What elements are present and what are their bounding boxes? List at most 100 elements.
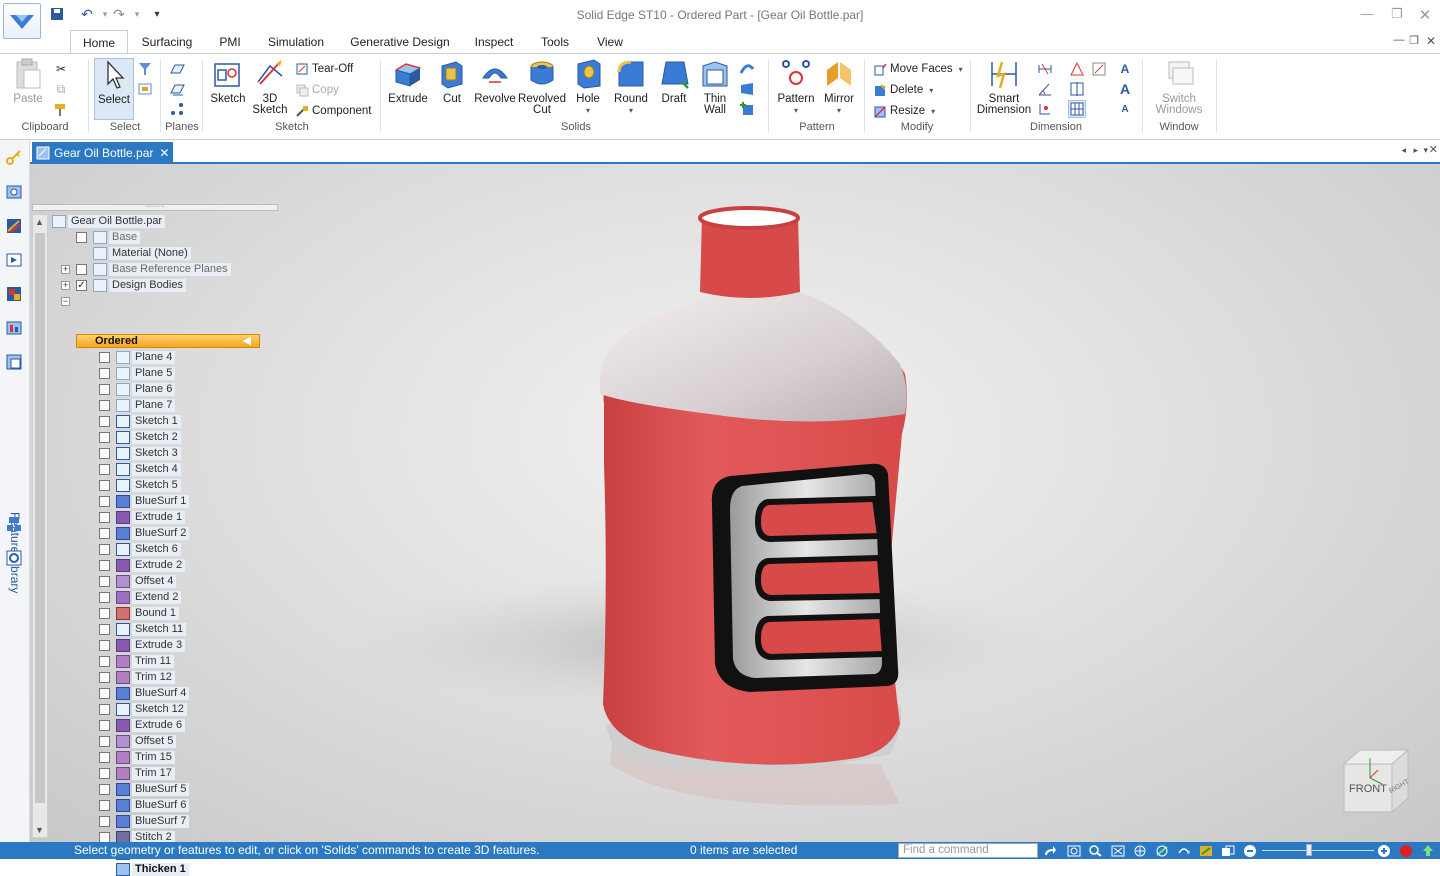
tree-item-extend-2[interactable]: Extend 2 xyxy=(99,590,182,604)
tree-item-trim-15[interactable]: Trim 15 xyxy=(99,750,175,764)
key-icon[interactable] xyxy=(4,148,24,168)
plane-by-points-icon[interactable] xyxy=(168,100,186,118)
checkbox[interactable] xyxy=(99,399,110,411)
text-larger-icon[interactable]: A xyxy=(1116,80,1134,98)
rotate-icon[interactable] xyxy=(1154,843,1170,858)
checkbox[interactable] xyxy=(99,495,110,507)
hole-dropdown-icon[interactable]: ▾ xyxy=(586,105,590,116)
view-manager-icon[interactable] xyxy=(4,250,24,270)
tree-item-base-reference-planes[interactable]: Base Reference Planes xyxy=(76,262,231,276)
cut-clipboard-icon[interactable]: ✂ xyxy=(52,60,70,78)
resize-button[interactable]: Resize ▾ xyxy=(872,102,935,120)
checkbox[interactable] xyxy=(99,687,110,699)
tree-item-plane-4[interactable]: Plane 4 xyxy=(99,350,176,364)
feature-library-icon[interactable] xyxy=(4,352,24,372)
scroll-tabs-left-icon[interactable]: ◂ xyxy=(1401,145,1406,156)
pathfinder-resize-handle[interactable]: ∙∙∙∙∙∙∙∙∙∙ xyxy=(32,203,278,211)
close-icon[interactable]: ✕ xyxy=(1415,6,1435,24)
checkbox[interactable] xyxy=(99,623,110,635)
fit-icon[interactable] xyxy=(1110,843,1126,858)
draft-button[interactable]: Draft xyxy=(654,58,694,105)
tree-item-bluesurf-2[interactable]: BlueSurf 2 xyxy=(99,526,190,540)
checkbox[interactable] xyxy=(99,655,110,667)
tree-item-design-bodies[interactable]: ✓ Design Bodies xyxy=(76,278,186,292)
component-button[interactable]: Component xyxy=(294,102,371,120)
tree-item-plane-6[interactable]: Plane 6 xyxy=(99,382,176,396)
copy-clipboard-icon[interactable]: ⧉ xyxy=(52,80,70,98)
tree-item-sketch-2[interactable]: Sketch 2 xyxy=(99,430,181,444)
coordinate-dimension-icon[interactable] xyxy=(1036,100,1054,118)
tree-item-material[interactable]: Material (None) xyxy=(93,246,191,260)
zoom-in-icon[interactable] xyxy=(1376,843,1392,858)
close-all-tabs-icon[interactable]: ✕ xyxy=(1429,143,1438,156)
color-manager-icon[interactable] xyxy=(4,284,24,304)
checkbox[interactable] xyxy=(99,703,110,715)
zoom-slider-track[interactable] xyxy=(1262,850,1374,851)
mirror-button[interactable]: Mirror ▾ xyxy=(818,58,860,116)
sketch-button[interactable]: Sketch xyxy=(208,58,248,105)
loft-icon[interactable] xyxy=(738,80,756,98)
3d-sketch-button[interactable]: 3D Sketch xyxy=(250,58,290,116)
symmetric-icon[interactable] xyxy=(1068,80,1086,98)
tree-item-ordered[interactable]: Ordered ◀ xyxy=(76,334,260,348)
spin-about-icon[interactable] xyxy=(1176,843,1192,858)
select-tools-icon[interactable] xyxy=(136,80,154,98)
select-button[interactable]: Select xyxy=(94,58,134,120)
tree-item-bluesurf-1[interactable]: BlueSurf 1 xyxy=(99,494,190,508)
pathfinder-scrollbar[interactable]: ▲ ▼ xyxy=(32,214,48,838)
checkbox[interactable] xyxy=(99,575,110,587)
tree-item-base[interactable]: Base xyxy=(76,230,141,244)
find-command-input[interactable]: Find a command xyxy=(898,843,1038,858)
expand-icon[interactable]: + xyxy=(61,265,70,274)
sweep-icon[interactable] xyxy=(738,60,756,78)
select-filter-icon[interactable] xyxy=(136,60,154,78)
round-dropdown-icon[interactable]: ▾ xyxy=(629,105,633,116)
extrude-button[interactable]: Extrude xyxy=(386,58,430,105)
checkbox-checked[interactable]: ✓ xyxy=(76,279,87,291)
delete-dropdown-icon[interactable]: ▾ xyxy=(929,86,933,95)
pan-icon[interactable] xyxy=(1132,843,1148,858)
text-style-icon[interactable]: A xyxy=(1116,60,1134,78)
tab-pmi[interactable]: PMI xyxy=(212,30,248,54)
tab-home[interactable]: Home xyxy=(70,30,128,54)
checkbox[interactable] xyxy=(99,783,110,795)
checkbox[interactable] xyxy=(99,463,110,475)
tree-item-sketch-3[interactable]: Sketch 3 xyxy=(99,446,181,460)
checkbox[interactable] xyxy=(99,799,110,811)
scroll-up-icon[interactable]: ▲ xyxy=(35,217,44,227)
checkbox[interactable] xyxy=(99,543,110,555)
switch-windows-button[interactable]: Switch Windows xyxy=(1148,58,1210,116)
expand-icon[interactable]: + xyxy=(61,281,70,290)
close-document-icon[interactable]: ✕ xyxy=(159,146,169,160)
tree-item-trim-11[interactable]: Trim 11 xyxy=(99,654,175,668)
tree-item-trim-17[interactable]: Trim 17 xyxy=(99,766,175,780)
checkbox[interactable] xyxy=(99,751,110,763)
doc-close-icon[interactable]: ✕ xyxy=(1421,34,1440,48)
layers-icon[interactable] xyxy=(4,216,24,236)
tree-item-extrude-6[interactable]: Extrude 6 xyxy=(99,718,186,732)
checkbox[interactable] xyxy=(99,511,110,523)
round-button[interactable]: Round ▾ xyxy=(610,58,652,116)
tree-item-offset-5[interactable]: Offset 5 xyxy=(99,734,177,748)
checkbox[interactable] xyxy=(99,591,110,603)
smart-dimension-button[interactable]: Smart Dimension xyxy=(976,58,1032,116)
tab-simulation[interactable]: Simulation xyxy=(262,30,330,54)
move-faces-dropdown-icon[interactable]: ▾ xyxy=(959,65,963,74)
format-painter-icon[interactable] xyxy=(52,100,70,118)
document-tab[interactable]: Gear Oil Bottle.par ✕ xyxy=(32,142,174,164)
hole-button[interactable]: Hole ▾ xyxy=(568,58,608,116)
tree-item-sketch-12[interactable]: Sketch 12 xyxy=(99,702,187,716)
tree-item-bluesurf-7[interactable]: BlueSurf 7 xyxy=(99,814,190,828)
checkbox[interactable] xyxy=(99,367,110,379)
pattern-button[interactable]: Pattern ▾ xyxy=(774,58,818,116)
delete-button[interactable]: Delete ▾ xyxy=(872,81,933,99)
copy-sketch-button[interactable]: Copy xyxy=(294,81,339,99)
tree-item-thicken-1[interactable]: Thicken 1 xyxy=(99,862,189,876)
tree-item-extrude-3[interactable]: Extrude 3 xyxy=(99,638,186,652)
thin-wall-button[interactable]: Thin Wall xyxy=(696,58,734,116)
tree-item-trim-12[interactable]: Trim 12 xyxy=(99,670,175,684)
parts-library-icon[interactable] xyxy=(4,548,24,568)
checkbox[interactable] xyxy=(76,263,87,275)
revolved-cut-button[interactable]: Revolved Cut xyxy=(518,58,566,116)
checkbox[interactable] xyxy=(99,415,110,427)
